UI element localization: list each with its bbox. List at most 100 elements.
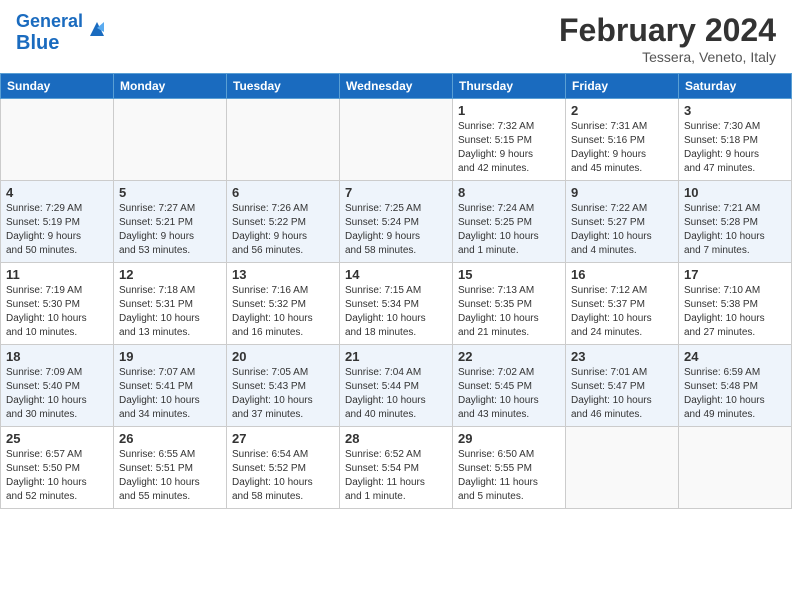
day-number: 9: [571, 185, 673, 200]
logo-text: General Blue: [16, 12, 83, 54]
day-number: 6: [232, 185, 334, 200]
calendar-header-row: SundayMondayTuesdayWednesdayThursdayFrid…: [1, 74, 792, 99]
day-info: Sunrise: 7:01 AM Sunset: 5:47 PM Dayligh…: [571, 366, 673, 422]
day-info: Sunrise: 7:09 AM Sunset: 5:40 PM Dayligh…: [6, 366, 108, 422]
day-info: Sunrise: 7:19 AM Sunset: 5:30 PM Dayligh…: [6, 284, 108, 340]
calendar-cell: 20 Sunrise: 7:05 AM Sunset: 5:43 PM Dayli…: [227, 345, 340, 427]
day-number: 29: [458, 431, 560, 446]
day-info: Sunrise: 7:12 AM Sunset: 5:37 PM Dayligh…: [571, 284, 673, 340]
day-number: 28: [345, 431, 447, 446]
calendar-cell: 21 Sunrise: 7:04 AM Sunset: 5:44 PM Dayli…: [340, 345, 453, 427]
calendar-cell: 27 Sunrise: 6:54 AM Sunset: 5:52 PM Dayli…: [227, 427, 340, 509]
day-number: 19: [119, 349, 221, 364]
day-info: Sunrise: 6:57 AM Sunset: 5:50 PM Dayligh…: [6, 448, 108, 504]
day-number: 2: [571, 103, 673, 118]
calendar-cell: 6 Sunrise: 7:26 AM Sunset: 5:22 PM Daylig…: [227, 181, 340, 263]
calendar-cell: 1 Sunrise: 7:32 AM Sunset: 5:15 PM Daylig…: [453, 99, 566, 181]
calendar-cell: 25 Sunrise: 6:57 AM Sunset: 5:50 PM Dayli…: [1, 427, 114, 509]
day-info: Sunrise: 7:31 AM Sunset: 5:16 PM Dayligh…: [571, 120, 673, 176]
calendar-cell: 29 Sunrise: 6:50 AM Sunset: 5:55 PM Dayli…: [453, 427, 566, 509]
day-info: Sunrise: 7:16 AM Sunset: 5:32 PM Dayligh…: [232, 284, 334, 340]
calendar-cell: 9 Sunrise: 7:22 AM Sunset: 5:27 PM Daylig…: [566, 181, 679, 263]
calendar-header-saturday: Saturday: [679, 74, 792, 99]
day-info: Sunrise: 7:27 AM Sunset: 5:21 PM Dayligh…: [119, 202, 221, 258]
day-info: Sunrise: 6:52 AM Sunset: 5:54 PM Dayligh…: [345, 448, 447, 504]
calendar-table: SundayMondayTuesdayWednesdayThursdayFrid…: [0, 73, 792, 509]
day-number: 14: [345, 267, 447, 282]
day-info: Sunrise: 7:05 AM Sunset: 5:43 PM Dayligh…: [232, 366, 334, 422]
calendar-header-monday: Monday: [114, 74, 227, 99]
logo: General Blue: [16, 12, 108, 54]
month-title: February 2024: [559, 12, 776, 49]
calendar-cell: [114, 99, 227, 181]
day-info: Sunrise: 7:07 AM Sunset: 5:41 PM Dayligh…: [119, 366, 221, 422]
day-info: Sunrise: 6:54 AM Sunset: 5:52 PM Dayligh…: [232, 448, 334, 504]
calendar-cell: 10 Sunrise: 7:21 AM Sunset: 5:28 PM Dayli…: [679, 181, 792, 263]
calendar-cell: [566, 427, 679, 509]
day-number: 27: [232, 431, 334, 446]
calendar-header-thursday: Thursday: [453, 74, 566, 99]
day-info: Sunrise: 7:21 AM Sunset: 5:28 PM Dayligh…: [684, 202, 786, 258]
day-number: 10: [684, 185, 786, 200]
calendar-week-4: 18Sunrise: 7:09 AM Sunset: 5:40 PM Dayli…: [1, 345, 792, 427]
day-info: Sunrise: 7:18 AM Sunset: 5:31 PM Dayligh…: [119, 284, 221, 340]
logo-icon: [86, 18, 108, 40]
day-number: 21: [345, 349, 447, 364]
calendar-cell: 3 Sunrise: 7:30 AM Sunset: 5:18 PM Daylig…: [679, 99, 792, 181]
calendar-cell: 19 Sunrise: 7:07 AM Sunset: 5:41 PM Dayli…: [114, 345, 227, 427]
calendar-cell: 12Sunrise: 7:18 AM Sunset: 5:31 PM Dayli…: [114, 263, 227, 345]
title-area: February 2024 Tessera, Veneto, Italy: [559, 12, 776, 65]
calendar-cell: 22 Sunrise: 7:02 AM Sunset: 5:45 PM Dayli…: [453, 345, 566, 427]
calendar-cell: 28 Sunrise: 6:52 AM Sunset: 5:54 PM Dayli…: [340, 427, 453, 509]
calendar-cell: [679, 427, 792, 509]
day-info: Sunrise: 7:10 AM Sunset: 5:38 PM Dayligh…: [684, 284, 786, 340]
calendar-cell: 17 Sunrise: 7:10 AM Sunset: 5:38 PM Dayli…: [679, 263, 792, 345]
day-info: Sunrise: 7:04 AM Sunset: 5:44 PM Dayligh…: [345, 366, 447, 422]
day-info: Sunrise: 7:26 AM Sunset: 5:22 PM Dayligh…: [232, 202, 334, 258]
calendar-header-sunday: Sunday: [1, 74, 114, 99]
day-number: 11: [6, 267, 108, 282]
day-number: 26: [119, 431, 221, 446]
calendar-cell: 2 Sunrise: 7:31 AM Sunset: 5:16 PM Daylig…: [566, 99, 679, 181]
day-info: Sunrise: 7:24 AM Sunset: 5:25 PM Dayligh…: [458, 202, 560, 258]
calendar-week-1: 1 Sunrise: 7:32 AM Sunset: 5:15 PM Daylig…: [1, 99, 792, 181]
day-info: Sunrise: 7:13 AM Sunset: 5:35 PM Dayligh…: [458, 284, 560, 340]
day-number: 13: [232, 267, 334, 282]
calendar-header-friday: Friday: [566, 74, 679, 99]
day-info: Sunrise: 7:25 AM Sunset: 5:24 PM Dayligh…: [345, 202, 447, 258]
page-container: General Blue February 2024 Tessera, Vene…: [0, 0, 792, 509]
calendar-cell: 24Sunrise: 6:59 AM Sunset: 5:48 PM Dayli…: [679, 345, 792, 427]
calendar-cell: 7Sunrise: 7:25 AM Sunset: 5:24 PM Daylig…: [340, 181, 453, 263]
day-number: 3: [684, 103, 786, 118]
day-info: Sunrise: 7:15 AM Sunset: 5:34 PM Dayligh…: [345, 284, 447, 340]
day-info: Sunrise: 7:30 AM Sunset: 5:18 PM Dayligh…: [684, 120, 786, 176]
calendar-cell: 26 Sunrise: 6:55 AM Sunset: 5:51 PM Dayli…: [114, 427, 227, 509]
calendar-header-tuesday: Tuesday: [227, 74, 340, 99]
calendar-week-2: 4 Sunrise: 7:29 AM Sunset: 5:19 PM Daylig…: [1, 181, 792, 263]
day-info: Sunrise: 7:22 AM Sunset: 5:27 PM Dayligh…: [571, 202, 673, 258]
calendar-header-wednesday: Wednesday: [340, 74, 453, 99]
day-number: 4: [6, 185, 108, 200]
calendar-cell: 16 Sunrise: 7:12 AM Sunset: 5:37 PM Dayli…: [566, 263, 679, 345]
day-info: Sunrise: 6:55 AM Sunset: 5:51 PM Dayligh…: [119, 448, 221, 504]
day-number: 24: [684, 349, 786, 364]
calendar-week-5: 25 Sunrise: 6:57 AM Sunset: 5:50 PM Dayli…: [1, 427, 792, 509]
day-number: 17: [684, 267, 786, 282]
calendar-cell: 11 Sunrise: 7:19 AM Sunset: 5:30 PM Dayli…: [1, 263, 114, 345]
calendar-cell: 13 Sunrise: 7:16 AM Sunset: 5:32 PM Dayli…: [227, 263, 340, 345]
day-info: Sunrise: 7:32 AM Sunset: 5:15 PM Dayligh…: [458, 120, 560, 176]
calendar-cell: 4 Sunrise: 7:29 AM Sunset: 5:19 PM Daylig…: [1, 181, 114, 263]
day-number: 22: [458, 349, 560, 364]
day-info: Sunrise: 6:50 AM Sunset: 5:55 PM Dayligh…: [458, 448, 560, 504]
day-number: 25: [6, 431, 108, 446]
day-info: Sunrise: 7:29 AM Sunset: 5:19 PM Dayligh…: [6, 202, 108, 258]
calendar-cell: 18Sunrise: 7:09 AM Sunset: 5:40 PM Dayli…: [1, 345, 114, 427]
calendar-cell: [1, 99, 114, 181]
calendar-cell: [227, 99, 340, 181]
day-number: 8: [458, 185, 560, 200]
day-number: 20: [232, 349, 334, 364]
calendar-cell: 14 Sunrise: 7:15 AM Sunset: 5:34 PM Dayli…: [340, 263, 453, 345]
day-number: 16: [571, 267, 673, 282]
day-number: 1: [458, 103, 560, 118]
day-info: Sunrise: 7:02 AM Sunset: 5:45 PM Dayligh…: [458, 366, 560, 422]
